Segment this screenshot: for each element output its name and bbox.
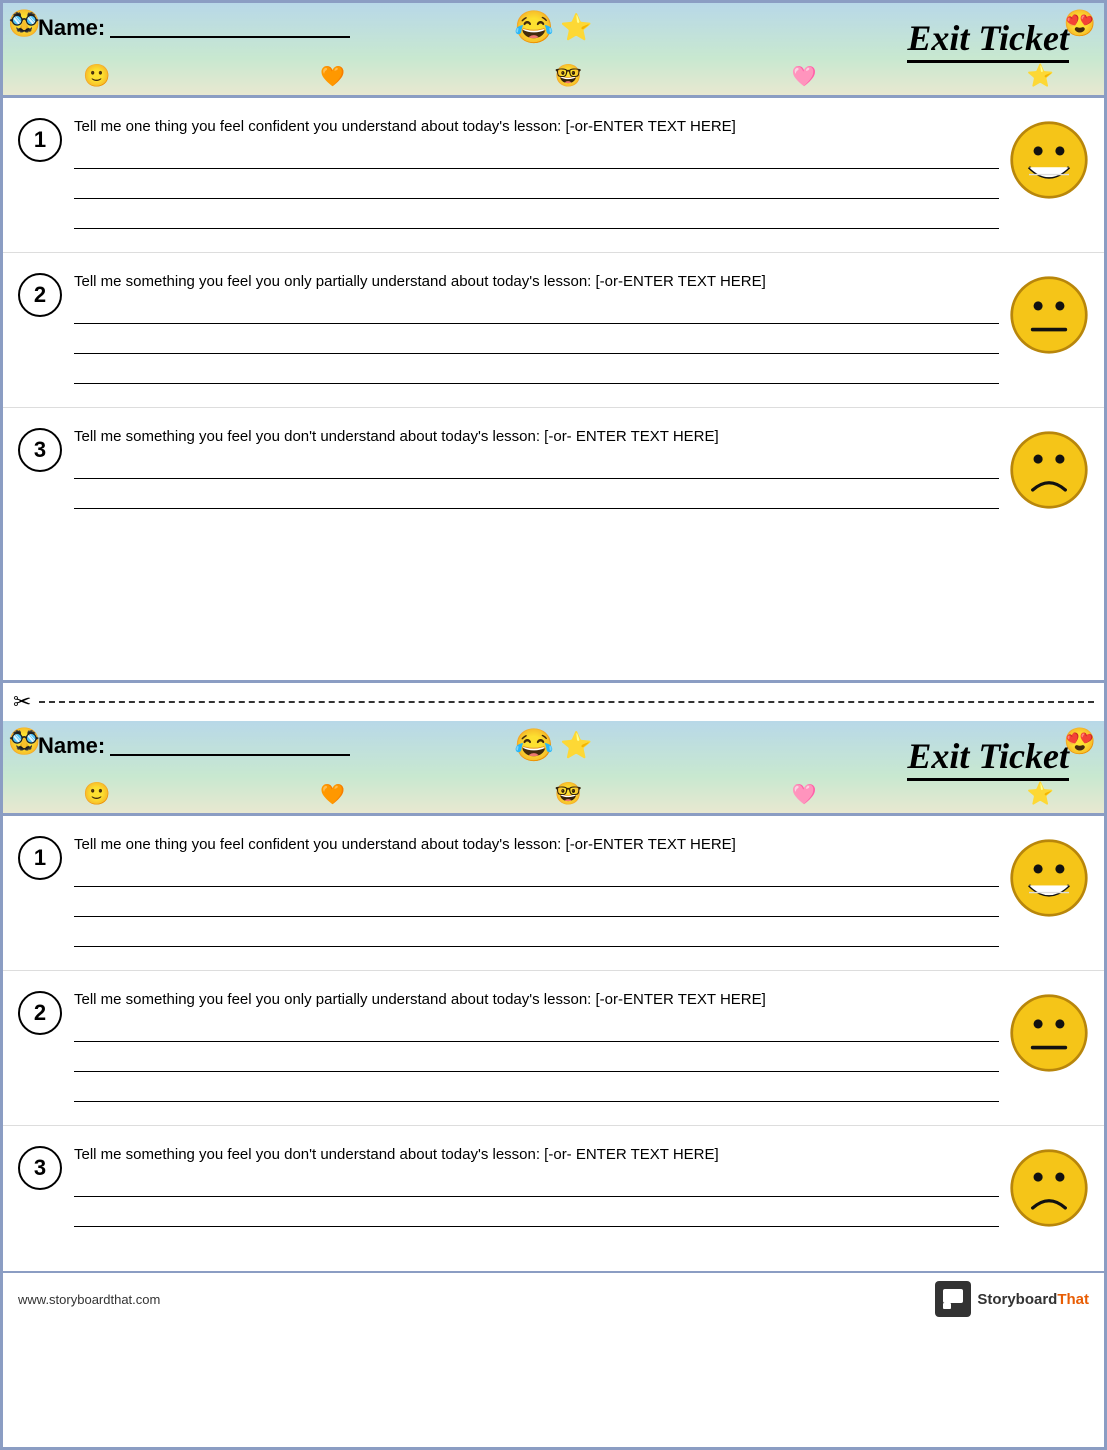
section-b3-text: Tell me something you feel you don't und… — [74, 1144, 999, 1165]
emoji-star-b: ⭐ — [1027, 781, 1054, 807]
section-3: 3 Tell me something you feel you don't u… — [3, 408, 1104, 553]
section-b2-emoji — [999, 989, 1089, 1077]
answer-line-b3a[interactable] — [74, 1175, 999, 1197]
answer-line-b1a[interactable] — [74, 865, 999, 887]
answer-line-1b[interactable] — [74, 177, 999, 199]
exit-ticket-text-bottom: Exit Ticket — [907, 736, 1069, 781]
emoji-smile-b: 🙂 — [83, 63, 110, 89]
answer-line-2a[interactable] — [74, 302, 999, 324]
dashed-line — [39, 701, 1094, 703]
exit-ticket-title-bottom: Exit Ticket — [907, 735, 1069, 777]
footer: www.storyboardthat.com StoryboardThat — [3, 1271, 1104, 1325]
scissors-divider: ✂ — [13, 683, 1094, 721]
heart-emoji-2: 🩷 — [792, 64, 817, 89]
section-b1-content: Tell me one thing you feel confident you… — [74, 834, 999, 955]
header-top: 🥸 😍 Name: 😂 ⭐ 🙂 🧡 🤓 🩷 ⭐ — [3, 3, 1104, 98]
answer-line-2c[interactable] — [74, 362, 999, 384]
emoji-glasses: 🤓 — [555, 63, 582, 89]
section-b2-text: Tell me something you feel you only part… — [74, 989, 999, 1010]
scissors-icon: ✂ — [13, 689, 31, 715]
corner-emoji-tl: 🥸 — [8, 8, 40, 39]
footer-url: www.storyboardthat.com — [18, 1292, 160, 1307]
section-2: 2 Tell me something you feel you only pa… — [3, 253, 1104, 408]
section-b3-emoji — [999, 1144, 1089, 1232]
section-b1-emoji — [999, 834, 1089, 922]
answer-line-3b[interactable] — [74, 487, 999, 509]
name-label-top: Name: — [38, 15, 105, 41]
star-emoji: ⭐ — [560, 12, 592, 43]
section-b1-text: Tell me one thing you feel confident you… — [74, 834, 999, 855]
name-underline-top[interactable] — [110, 18, 350, 38]
logo-storyboard: Storyboard — [977, 1291, 1057, 1308]
answer-line-b3b[interactable] — [74, 1205, 999, 1227]
answer-line-3a[interactable] — [74, 457, 999, 479]
header-bottom-emojis-top: 🙂 🧡 🤓 🩷 ⭐ — [3, 63, 1104, 89]
number-3: 3 — [18, 428, 62, 472]
center-emojis-bottom: 😂 ⭐ — [514, 726, 592, 764]
emoji-laughing-2: 😂 — [514, 726, 554, 764]
name-section-top: Name: — [38, 15, 350, 41]
section-b2: 2 Tell me something you feel you only pa… — [3, 971, 1104, 1126]
answer-line-b1b[interactable] — [74, 895, 999, 917]
section-3-content: Tell me something you feel you don't und… — [74, 426, 999, 517]
section-b3-content: Tell me something you feel you don't und… — [74, 1144, 999, 1235]
section-2-content: Tell me something you feel you only part… — [74, 271, 999, 392]
logo-text: StoryboardThat — [977, 1291, 1089, 1308]
section-2-emoji — [999, 271, 1089, 359]
heart-emoji-b: 🧡 — [320, 782, 345, 807]
answer-line-b2b[interactable] — [74, 1050, 999, 1072]
section-3-emoji — [999, 426, 1089, 514]
section-1-content: Tell me one thing you feel confident you… — [74, 116, 999, 237]
top-half: 🥸 😍 Name: 😂 ⭐ 🙂 🧡 🤓 🩷 ⭐ — [3, 3, 1104, 683]
emoji-star2: ⭐ — [1027, 63, 1054, 89]
heart-emoji-b2: 🩷 — [792, 782, 817, 807]
logo-that: That — [1057, 1291, 1089, 1308]
emoji-laughing: 😂 — [514, 8, 554, 46]
exit-ticket-title-top: Exit Ticket — [907, 17, 1069, 59]
header-bottom-emojis-b: 🙂 🧡 🤓 🩷 ⭐ — [3, 781, 1104, 807]
section-2-text: Tell me something you feel you only part… — [74, 271, 999, 292]
happy-face-svg — [1009, 116, 1089, 204]
page: 🥸 😍 Name: 😂 ⭐ 🙂 🧡 🤓 🩷 ⭐ — [0, 0, 1107, 1450]
emoji-smile-b2: 🙂 — [83, 781, 110, 807]
number-b1: 1 — [18, 836, 62, 880]
answer-line-b1c[interactable] — [74, 925, 999, 947]
heart-emoji: 🧡 — [320, 64, 345, 89]
answer-line-b2c[interactable] — [74, 1080, 999, 1102]
answer-line-1a[interactable] — [74, 147, 999, 169]
section-1-text: Tell me one thing you feel confident you… — [74, 116, 999, 137]
center-emojis-top: 😂 ⭐ — [514, 8, 592, 46]
footer-logo: StoryboardThat — [935, 1281, 1089, 1317]
section-b2-content: Tell me something you feel you only part… — [74, 989, 999, 1110]
star-emoji-2: ⭐ — [560, 730, 592, 761]
section-1-emoji — [999, 116, 1089, 204]
header-bottom: 🥸 😍 Name: 😂 ⭐ 🙂 🧡 🤓 🩷 ⭐ — [3, 721, 1104, 816]
name-label-bottom: Name: — [38, 733, 105, 759]
number-b3: 3 — [18, 1146, 62, 1190]
exit-ticket-text-top: Exit Ticket — [907, 18, 1069, 63]
answer-line-b2a[interactable] — [74, 1020, 999, 1042]
emoji-glasses-b: 🤓 — [555, 781, 582, 807]
number-2: 2 — [18, 273, 62, 317]
number-b2: 2 — [18, 991, 62, 1035]
name-underline-bottom[interactable] — [110, 736, 350, 756]
corner-emoji-bl2: 🥸 — [8, 726, 40, 757]
section-3-text: Tell me something you feel you don't und… — [74, 426, 999, 447]
logo-svg — [941, 1287, 965, 1311]
bottom-half: 🥸 😍 Name: 😂 ⭐ 🙂 🧡 🤓 🩷 ⭐ — [3, 721, 1104, 1401]
sad-face-svg — [1009, 426, 1089, 514]
section-b1: 1 Tell me one thing you feel confident y… — [3, 816, 1104, 971]
logo-icon — [935, 1281, 971, 1317]
neutral-face-svg — [1009, 271, 1089, 359]
answer-line-2b[interactable] — [74, 332, 999, 354]
neutral-face-svg-b — [1009, 989, 1089, 1077]
sad-face-svg-b — [1009, 1144, 1089, 1232]
name-section-bottom: Name: — [38, 733, 350, 759]
section-1: 1 Tell me one thing you feel confident y… — [3, 98, 1104, 253]
section-b3: 3 Tell me something you feel you don't u… — [3, 1126, 1104, 1271]
answer-line-1c[interactable] — [74, 207, 999, 229]
happy-face-svg-b — [1009, 834, 1089, 922]
number-1: 1 — [18, 118, 62, 162]
